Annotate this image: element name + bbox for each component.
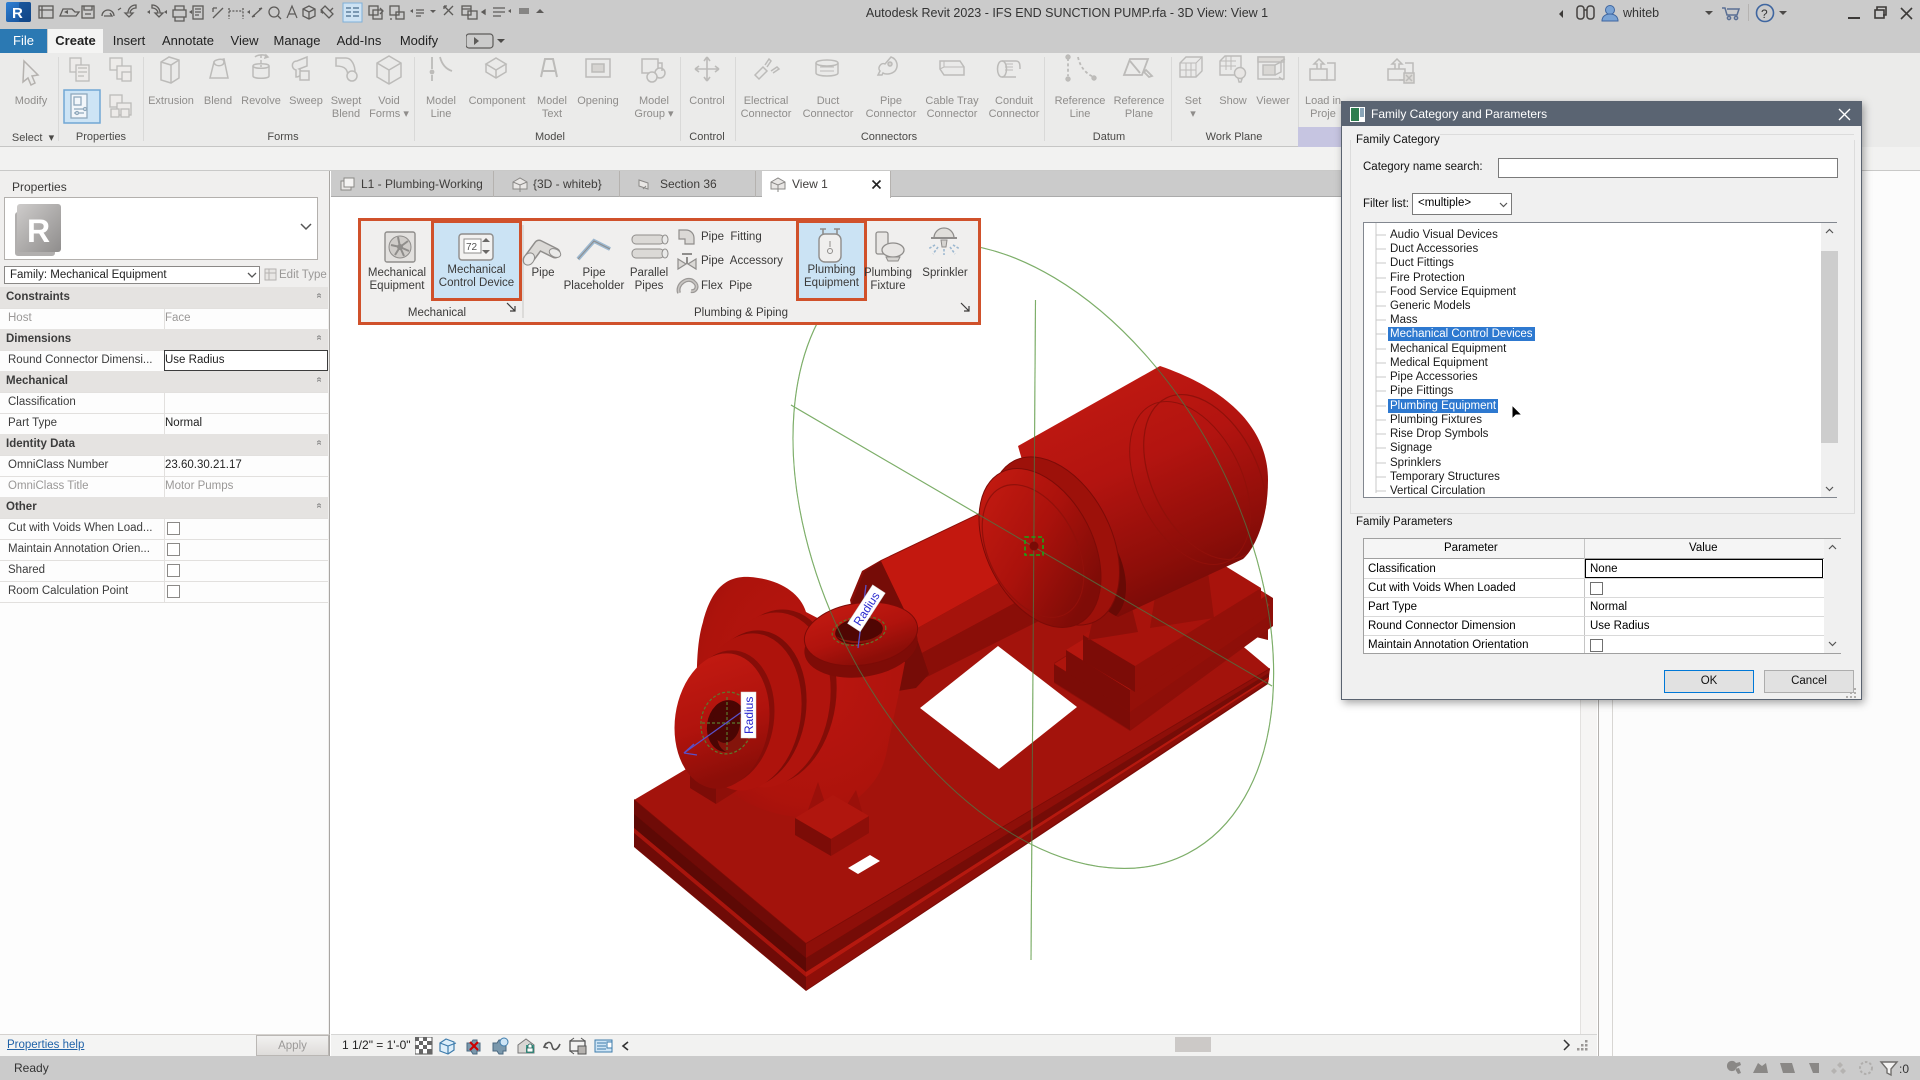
svg-text:Radius: Radius [742, 697, 756, 734]
svg-text:R: R [27, 213, 50, 249]
svg-text:72: 72 [466, 242, 478, 253]
svg-text:R: R [12, 5, 23, 22]
svg-text::0: :0 [1899, 1062, 1909, 1076]
